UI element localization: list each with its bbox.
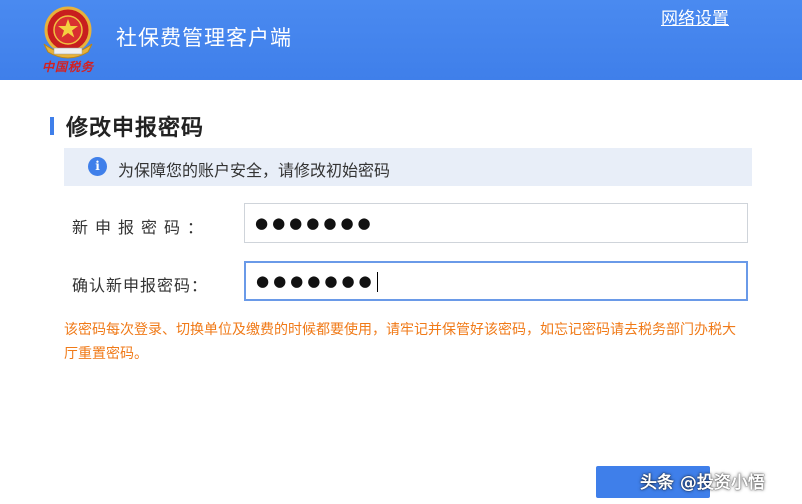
app-window: 中国税务 社保费管理客户端 网络设置 修改申报密码 i 为保障您的账户安全，请修… bbox=[0, 0, 802, 504]
new-password-field[interactable]: ●●●●●●● bbox=[244, 203, 748, 243]
network-settings-link[interactable]: 网络设置 bbox=[661, 4, 729, 29]
confirm-password-mask: ●●●●●●● bbox=[256, 272, 376, 290]
text-caret bbox=[376, 271, 378, 292]
security-notice: i 为保障您的账户安全，请修改初始密码 bbox=[64, 148, 752, 186]
page-title: 修改申报密码 bbox=[66, 116, 205, 141]
new-password-mask: ●●●●●●● bbox=[255, 214, 375, 232]
confirm-password-label: 确认新申报密码： bbox=[72, 276, 209, 295]
notice-text: 为保障您的账户安全，请修改初始密码 bbox=[118, 161, 391, 180]
app-title: 社保费管理客户端 bbox=[116, 26, 292, 50]
header-bar: 中国税务 社保费管理客户端 网络设置 bbox=[0, 0, 802, 80]
confirm-password-field[interactable]: ●●●●●●● bbox=[244, 261, 748, 301]
password-warning: 该密码每次登录、切换单位及缴费的时候都要使用，请牢记并保管好该密码，如忘记密码请… bbox=[64, 322, 736, 362]
watermark: 头条 @投资小悟 bbox=[640, 473, 765, 493]
section-accent-bar bbox=[50, 117, 54, 135]
national-emblem-icon bbox=[43, 6, 93, 59]
logo-caption: 中国税务 bbox=[41, 60, 94, 74]
new-password-label: 新申报密码： bbox=[72, 218, 211, 237]
info-icon: i bbox=[88, 157, 107, 176]
tax-logo: 中国税务 bbox=[30, 4, 106, 74]
